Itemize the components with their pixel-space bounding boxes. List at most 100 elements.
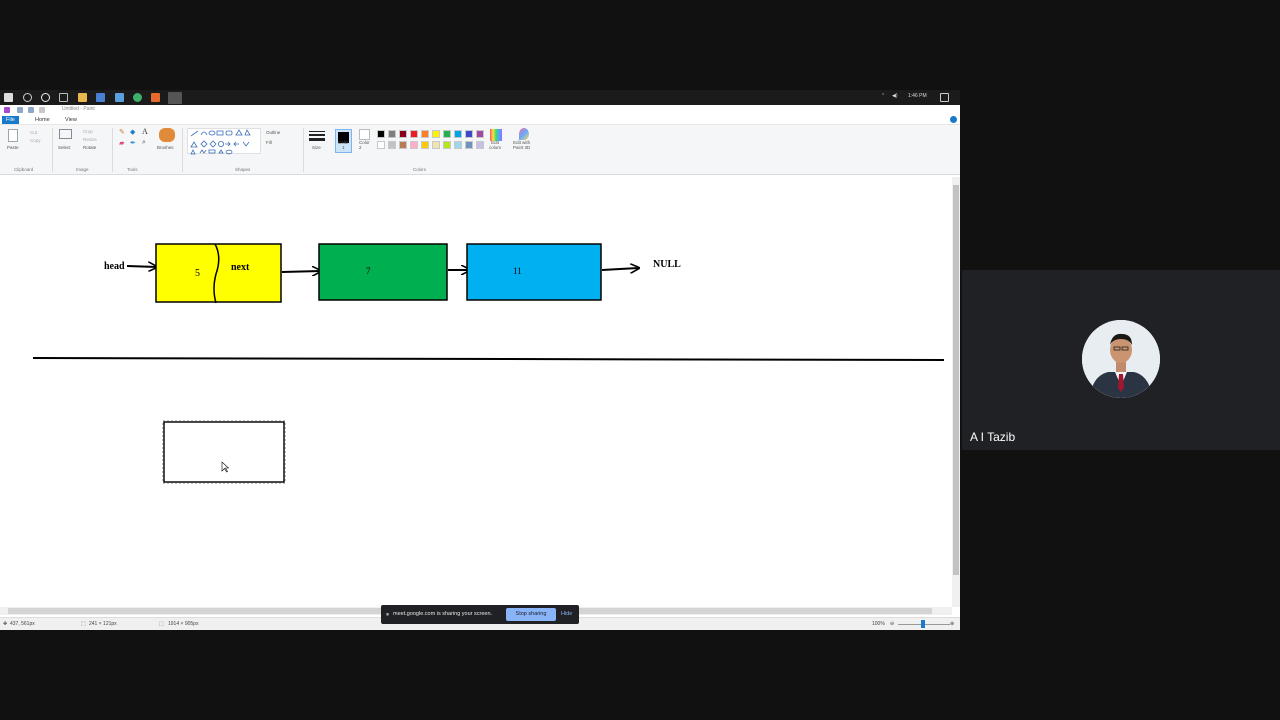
text-icon[interactable]: A	[142, 127, 148, 136]
palette-swatch[interactable]	[399, 130, 407, 138]
fill-icon[interactable]: ◆	[130, 128, 135, 136]
palette-swatch[interactable]	[432, 130, 440, 138]
cut-button[interactable]: Cut	[30, 130, 37, 135]
separator-line	[32, 357, 945, 361]
palette-swatch[interactable]	[399, 141, 407, 149]
new-node-box	[163, 421, 285, 483]
pencil-icon[interactable]: ✎	[119, 128, 125, 136]
color-picker-icon[interactable]: ✒	[130, 139, 136, 147]
palette-swatch[interactable]	[476, 130, 484, 138]
hide-button[interactable]: Hide	[561, 608, 572, 621]
brushes-icon[interactable]	[159, 128, 175, 142]
palette-swatch[interactable]	[465, 141, 473, 149]
palette-swatch[interactable]	[410, 130, 418, 138]
app-icon[interactable]	[115, 93, 124, 102]
crop-button[interactable]: Crop	[83, 129, 93, 134]
brushes-label[interactable]: Brushes	[157, 145, 174, 150]
stop-sharing-button[interactable]: Stop sharing	[506, 608, 556, 621]
home-ribbon: Paste Cut Copy Select Crop Resize Rotate…	[0, 125, 960, 175]
shapes-gallery[interactable]	[187, 128, 261, 155]
palette-swatch[interactable]	[377, 141, 385, 149]
node-11-box	[466, 243, 602, 301]
palette-swatch[interactable]	[421, 141, 429, 149]
group-label-tools: Tools	[127, 167, 138, 172]
color2-swatch[interactable]	[359, 129, 370, 140]
window-title: Untitled - Paint	[62, 106, 95, 112]
task-view-icon[interactable]	[59, 93, 68, 102]
group-divider	[52, 128, 53, 172]
vertical-scrollbar[interactable]	[952, 177, 960, 607]
palette-swatch[interactable]	[443, 130, 451, 138]
redo-icon[interactable]	[39, 107, 45, 113]
palette-swatch[interactable]	[410, 141, 418, 149]
tab-view[interactable]: View	[61, 116, 81, 124]
meet-stage: ⌃ ◀) 1:46 PM Untitled - Paint File Home …	[0, 0, 1280, 720]
size-icon[interactable]	[309, 130, 325, 142]
undo-icon[interactable]	[28, 107, 34, 113]
group-label-shapes: Shapes	[235, 167, 251, 172]
windows-taskbar: ⌃ ◀) 1:46 PM	[0, 90, 960, 105]
eraser-icon[interactable]: ▰	[119, 139, 124, 147]
resize-button[interactable]: Resize	[83, 137, 97, 142]
chevron-up-icon[interactable]: ⌃	[881, 93, 885, 99]
image-size: 1914 × 905px	[168, 621, 199, 627]
file-explorer-icon[interactable]	[78, 93, 87, 102]
selection-icon: ⬚	[81, 621, 86, 627]
help-icon[interactable]	[950, 116, 957, 123]
participant-name: A I Tazib	[970, 430, 1016, 444]
palette-swatch[interactable]	[388, 130, 396, 138]
select-label[interactable]: Select	[58, 145, 71, 150]
copy-button[interactable]: Copy	[30, 138, 41, 143]
paste-label[interactable]: Paste	[7, 145, 19, 150]
cortana-icon[interactable]	[41, 93, 50, 102]
node-7-box	[318, 243, 448, 301]
group-divider	[303, 128, 304, 172]
windows-start-icon[interactable]	[4, 93, 13, 102]
rotate-button[interactable]: Rotate	[83, 145, 96, 150]
palette-swatch[interactable]	[465, 130, 473, 138]
save-icon[interactable]	[17, 107, 23, 113]
paint-app-icon	[4, 107, 10, 113]
color2-label: Color 2	[359, 140, 370, 150]
group-label-clipboard: Clipboard	[14, 167, 34, 172]
paint-taskbar-icon[interactable]	[168, 92, 182, 104]
search-icon[interactable]	[23, 93, 32, 102]
null-arrow	[601, 268, 639, 270]
palette-swatch[interactable]	[421, 130, 429, 138]
palette-swatch[interactable]	[432, 141, 440, 149]
node-5-value: 5	[195, 268, 200, 279]
link-arrow-1	[281, 271, 321, 272]
chrome-icon[interactable]	[133, 93, 142, 102]
word-icon[interactable]	[96, 93, 105, 102]
participant-tile[interactable]: A I Tazib	[962, 270, 1280, 450]
outline-dropdown[interactable]: Outline	[266, 130, 280, 135]
paint3d-icon[interactable]	[519, 128, 529, 140]
notifications-icon[interactable]	[940, 93, 949, 102]
paste-icon[interactable]	[8, 129, 18, 142]
palette-swatch[interactable]	[388, 141, 396, 149]
edit-paint3d-label[interactable]: Edit with Paint 3D	[513, 140, 530, 150]
app-icon-orange[interactable]	[151, 93, 160, 102]
fill-dropdown[interactable]: Fill	[266, 140, 272, 145]
volume-icon[interactable]: ◀)	[892, 93, 898, 99]
palette-swatch[interactable]	[377, 130, 385, 138]
palette-swatch[interactable]	[454, 130, 462, 138]
edit-colors-label[interactable]: Edit colors	[489, 140, 501, 150]
magnifier-icon[interactable]: ⌕	[142, 139, 146, 147]
palette-swatch[interactable]	[476, 141, 484, 149]
size-label[interactable]: Size	[312, 145, 321, 150]
zoom-slider-thumb[interactable]	[921, 620, 925, 628]
select-icon[interactable]	[59, 129, 72, 139]
palette-swatch[interactable]	[443, 141, 451, 149]
color1-label: Color 1	[338, 140, 349, 150]
vertical-scroll-thumb[interactable]	[953, 185, 959, 575]
drawing-canvas[interactable]: head 5 next 7 11 NULL	[0, 177, 952, 607]
tab-file[interactable]: File	[2, 116, 19, 124]
zoom-in-icon[interactable]: ⊕	[950, 621, 954, 627]
palette-swatch[interactable]	[454, 141, 462, 149]
group-divider	[182, 128, 183, 172]
clock[interactable]: 1:46 PM	[908, 93, 927, 99]
person-photo-icon	[1082, 320, 1160, 398]
tab-home[interactable]: Home	[31, 116, 54, 124]
zoom-out-icon[interactable]: ⊖	[890, 621, 894, 627]
